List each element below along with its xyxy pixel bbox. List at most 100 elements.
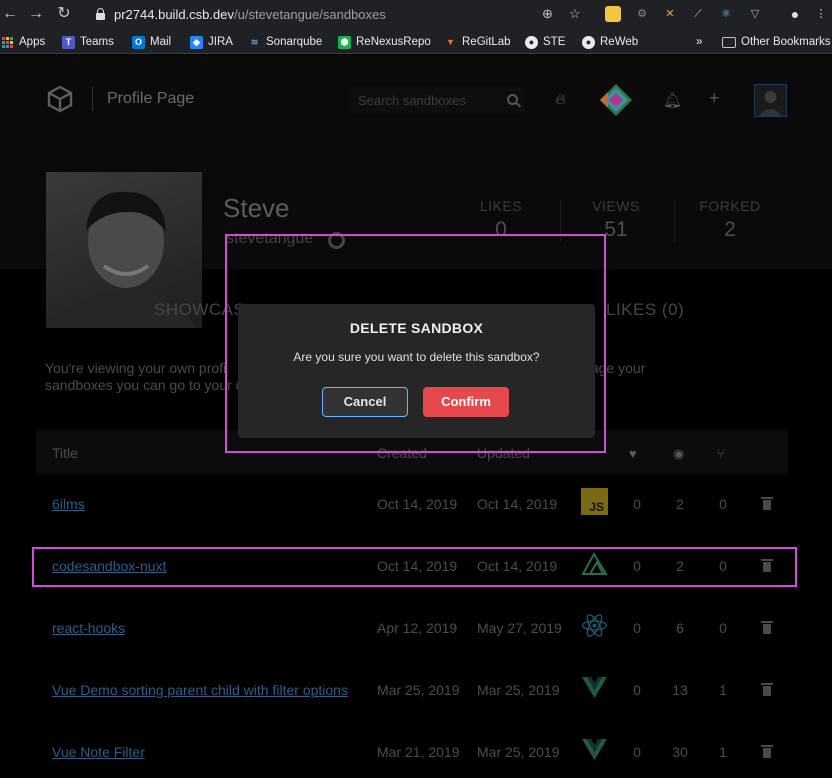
views-count: 2 bbox=[676, 558, 684, 574]
views-count: 30 bbox=[672, 744, 688, 760]
flame-icon[interactable]: 🔥︎ bbox=[555, 91, 566, 108]
bell-icon[interactable]: 🔔︎ bbox=[663, 91, 682, 109]
stat-value: 2 bbox=[724, 218, 736, 241]
updated-date: Oct 14, 2019 bbox=[477, 558, 558, 574]
updated-date: May 27, 2019 bbox=[477, 620, 562, 636]
cancel-button[interactable]: Cancel bbox=[322, 387, 408, 417]
page-title: Profile Page bbox=[107, 90, 195, 107]
modal-title: DELETE SANDBOX bbox=[349, 320, 484, 336]
search-placeholder: Search sandboxes bbox=[358, 93, 466, 108]
other-bookmarks[interactable]: Other Bookmarks bbox=[722, 34, 830, 50]
bookmark-teams[interactable]: T Teams bbox=[62, 34, 114, 50]
eye-icon: ◉ bbox=[673, 446, 685, 461]
trash-icon[interactable] bbox=[761, 559, 773, 572]
codesandbox-logo-icon[interactable] bbox=[46, 85, 74, 113]
bookmark-apps[interactable]: Apps bbox=[2, 34, 45, 50]
kebab-menu-icon[interactable]: ⋮ bbox=[813, 6, 829, 22]
bookmark-ste[interactable]: ● STE bbox=[525, 34, 565, 50]
stat-label: VIEWS bbox=[592, 198, 640, 214]
patron-badge-icon[interactable] bbox=[598, 82, 634, 118]
likes-count: 0 bbox=[633, 496, 641, 512]
extension-tools-icon[interactable]: ✕ bbox=[662, 6, 678, 22]
forks-count: 1 bbox=[719, 744, 727, 760]
stat-divider bbox=[560, 200, 561, 242]
profile-username: stevetangue bbox=[226, 230, 314, 247]
gitlab-icon: ▼ bbox=[446, 36, 455, 47]
svg-text:JS: JS bbox=[589, 500, 604, 514]
react-template-icon bbox=[581, 614, 608, 637]
teams-icon: T bbox=[62, 35, 75, 49]
likes-count: 0 bbox=[633, 682, 641, 698]
apps-grid-icon bbox=[2, 36, 13, 48]
likes-count: 0 bbox=[633, 558, 641, 574]
extension-gear-icon[interactable]: ⚙ bbox=[634, 6, 650, 22]
table-row: codesandbox-nuxt Oct 14, 2019 Oct 14, 20… bbox=[36, 536, 788, 598]
updated-date: Mar 25, 2019 bbox=[477, 744, 560, 760]
views-count: 13 bbox=[672, 682, 688, 698]
stat-value: 0 bbox=[495, 218, 507, 241]
sandbox-title-link[interactable]: codesandbox-nuxt bbox=[52, 558, 166, 574]
bookmark-mail[interactable]: O Mail bbox=[132, 34, 171, 50]
sonarqube-icon: ≋ bbox=[250, 36, 259, 47]
column-title[interactable]: Title bbox=[52, 445, 78, 461]
bookmark-regitlab[interactable]: ▼ ReGitLab bbox=[444, 34, 511, 50]
javascript-template-icon: JS bbox=[581, 488, 608, 515]
github-icon: ● bbox=[582, 35, 595, 49]
page: Profile Page Search sandboxes 🔥︎ 🔔︎ + St… bbox=[0, 55, 832, 778]
extension-eyedropper-icon[interactable]: ⟋ bbox=[690, 6, 706, 22]
table-row: react-hooks Apr 12, 2019 May 27, 2019 0 … bbox=[36, 598, 788, 660]
bookmark-jira[interactable]: ◆ JIRA bbox=[190, 34, 233, 50]
trash-icon[interactable] bbox=[761, 621, 773, 634]
forward-arrow-icon[interactable]: → bbox=[26, 4, 46, 24]
github-icon: ● bbox=[525, 35, 538, 49]
sandbox-title-link[interactable]: react-hooks bbox=[52, 620, 125, 636]
address-bar[interactable]: pr2744.build.csb.dev/u/stevetangue/sandb… bbox=[86, 3, 596, 26]
bookmark-renexusrepo[interactable]: ⬢ ReNexusRepo bbox=[338, 34, 431, 50]
plus-icon[interactable]: + bbox=[709, 88, 720, 109]
bookmarks-overflow[interactable]: » bbox=[696, 34, 702, 50]
reload-icon[interactable]: ↻ bbox=[54, 4, 74, 24]
likes-count: 0 bbox=[633, 620, 641, 636]
profile-icon[interactable]: ● bbox=[787, 6, 803, 22]
column-updated[interactable]: Updated bbox=[477, 445, 530, 461]
react-devtools-icon[interactable]: ⚛ bbox=[718, 6, 734, 22]
back-arrow-icon[interactable]: ← bbox=[0, 4, 20, 24]
search-icon[interactable] bbox=[507, 94, 518, 105]
delete-sandbox-modal: DELETE SANDBOX Are you sure you want to … bbox=[238, 304, 595, 438]
trash-icon[interactable] bbox=[761, 745, 773, 758]
tab-likes[interactable]: LIKES (0) bbox=[606, 300, 684, 320]
table-row: Vue Note Filter Mar 21, 2019 Mar 25, 201… bbox=[36, 722, 788, 778]
modal-message: Are you sure you want to delete this san… bbox=[293, 350, 540, 364]
search-input[interactable]: Search sandboxes bbox=[350, 87, 525, 113]
forks-count: 0 bbox=[719, 496, 727, 512]
folder-icon bbox=[722, 36, 736, 48]
bookmark-reweb[interactable]: ● ReWeb bbox=[582, 34, 638, 50]
trash-icon[interactable] bbox=[761, 683, 773, 696]
extension-notes-icon[interactable] bbox=[605, 6, 621, 22]
sandbox-title-link[interactable]: Vue Note Filter bbox=[52, 744, 145, 760]
stat-label: FORKED bbox=[699, 198, 761, 214]
outlook-icon: O bbox=[132, 35, 145, 49]
avatar[interactable] bbox=[754, 84, 787, 117]
url-text: pr2744.build.csb.dev/u/stevetangue/sandb… bbox=[114, 7, 386, 22]
star-icon[interactable]: ☆ bbox=[569, 6, 581, 22]
nexus-icon: ⬢ bbox=[338, 35, 351, 49]
trash-icon[interactable] bbox=[761, 497, 773, 510]
fork-icon: ⑂ bbox=[717, 446, 725, 461]
stat-value: 51 bbox=[604, 218, 628, 241]
forks-count: 0 bbox=[719, 558, 727, 574]
sandbox-title-link[interactable]: Vue Demo sorting parent child with filte… bbox=[52, 682, 348, 698]
column-created[interactable]: Created bbox=[377, 445, 427, 461]
bookmark-sonarqube[interactable]: ≋ Sonarqube bbox=[248, 34, 323, 50]
add-circle-icon[interactable]: ⊕ bbox=[542, 6, 553, 22]
views-count: 6 bbox=[676, 620, 684, 636]
created-date: Apr 12, 2019 bbox=[377, 620, 458, 636]
vue-devtools-icon[interactable]: ▽ bbox=[747, 6, 763, 22]
tab-showcase[interactable]: SHOWCAS bbox=[154, 300, 245, 320]
updated-date: Oct 14, 2019 bbox=[477, 496, 558, 512]
github-icon[interactable] bbox=[328, 232, 345, 249]
confirm-button[interactable]: Confirm bbox=[423, 387, 509, 417]
likes-count: 0 bbox=[633, 744, 641, 760]
bookmarks-bar: Apps T Teams O Mail ◆ JIRA ≋ Sonarqube ⬢… bbox=[0, 29, 832, 54]
sandbox-title-link[interactable]: 6ilms bbox=[52, 496, 85, 512]
